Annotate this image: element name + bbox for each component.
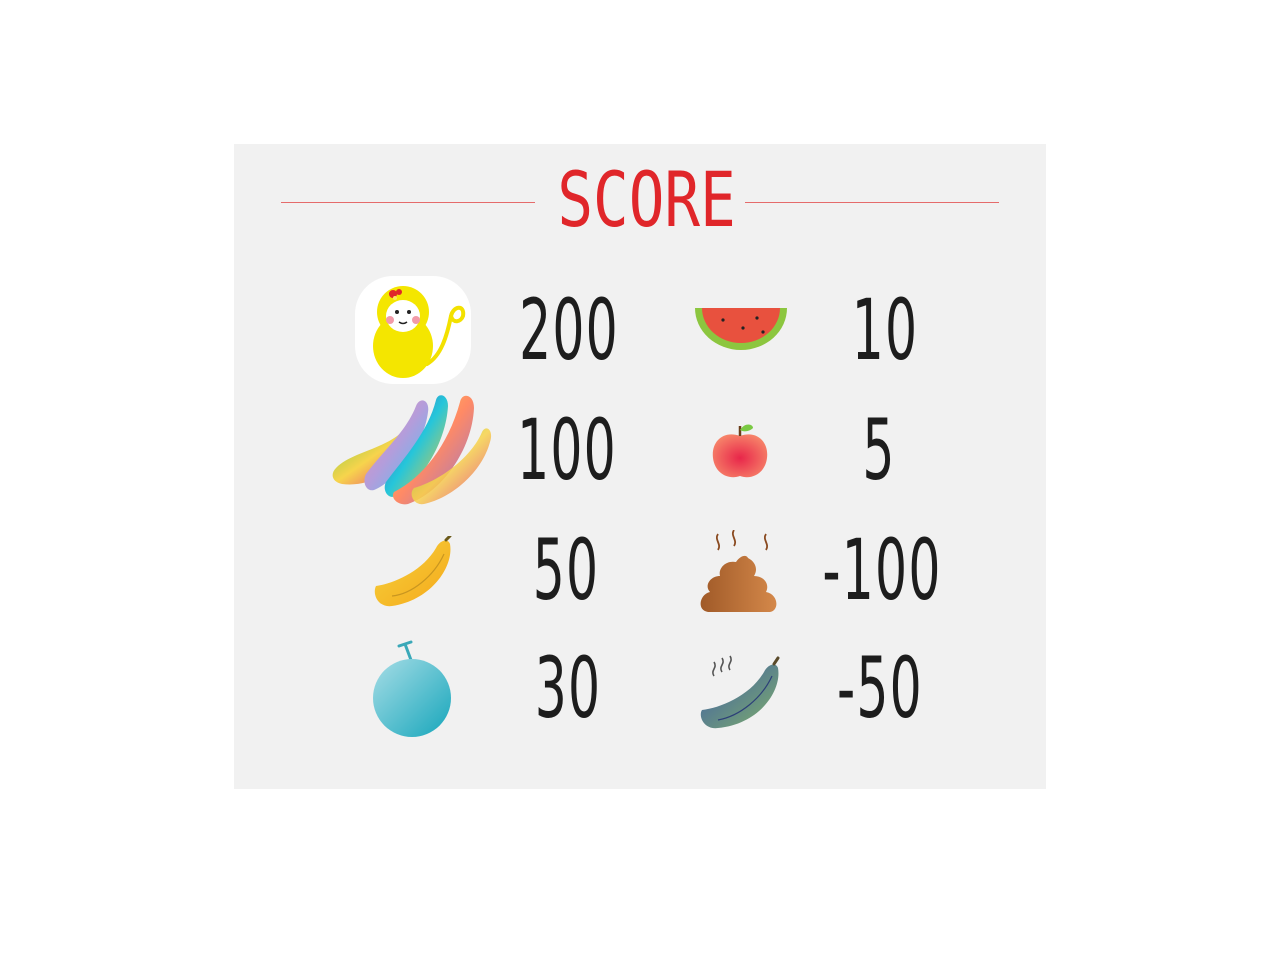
peach-icon xyxy=(709,422,771,482)
points-peach: 5 xyxy=(862,401,896,499)
rotten-banana-icon xyxy=(700,652,782,730)
title-rule-left xyxy=(281,202,535,203)
points-monkey: 200 xyxy=(519,281,619,379)
title-rule-right xyxy=(745,202,999,203)
points-poop: -100 xyxy=(822,521,942,619)
melon-icon xyxy=(371,640,453,740)
score-title: SCORE xyxy=(557,155,736,244)
poop-icon xyxy=(700,530,780,614)
points-banana: 50 xyxy=(532,521,600,619)
points-rainbow-banana-bunch: 100 xyxy=(517,401,617,499)
score-panel: SCORE 200 10 100 5 50 -100 30 -50 xyxy=(234,144,1046,789)
watermelon-slice-icon xyxy=(693,304,789,350)
points-watermelon: 10 xyxy=(851,281,919,379)
rainbow-banana-bunch-icon xyxy=(332,392,492,508)
points-rotten-banana: -50 xyxy=(837,639,923,737)
points-melon: 30 xyxy=(534,639,602,737)
banana-icon xyxy=(372,536,454,610)
monkey-icon xyxy=(355,276,471,384)
